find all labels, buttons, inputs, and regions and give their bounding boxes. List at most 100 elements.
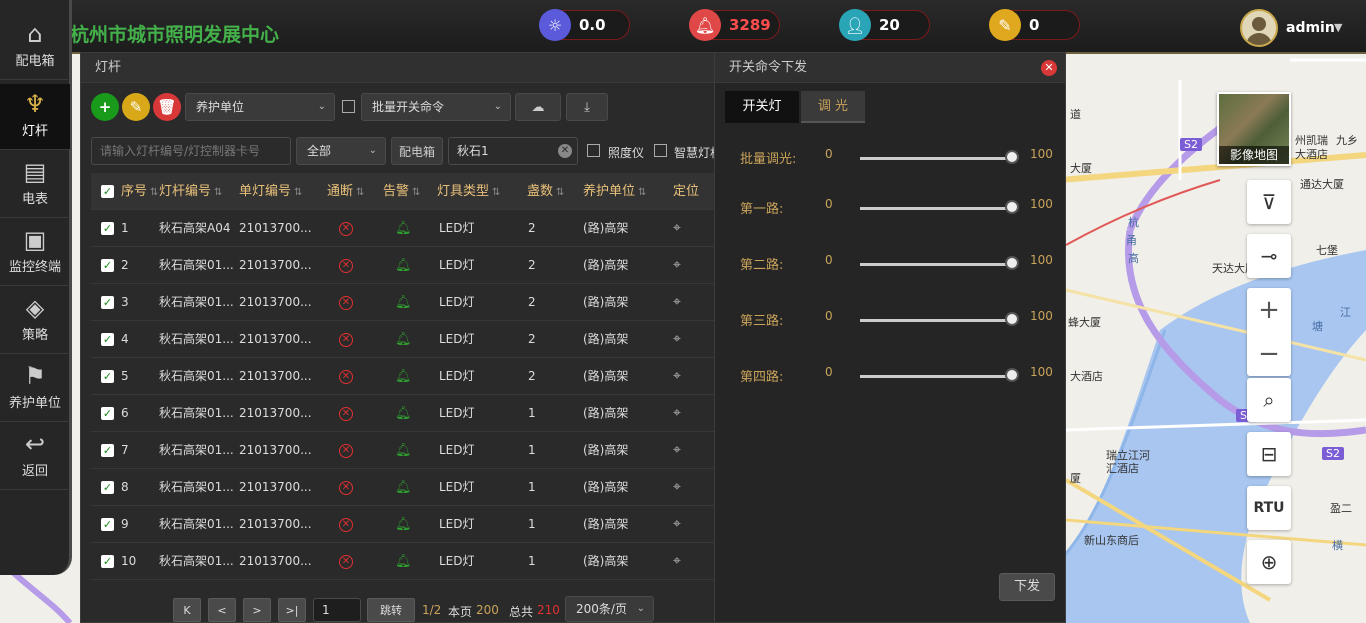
stat-brightness[interactable]: ☼ 0.0 [539,9,630,41]
cell-location[interactable]: ⌖ [673,543,681,580]
slider-track[interactable] [860,157,1012,160]
sidebar-item-strategy[interactable]: ◈ 策略 [0,288,70,354]
table-row[interactable]: ✓ 1 秋石高架A04 21013700... ✕ 🔔︎ LED灯 2 (路)高架 ⌖ [91,210,723,247]
rtu-button[interactable]: RTU [1247,486,1291,530]
page-size-select[interactable]: 200条/页 ⌄ [565,596,654,622]
page-input[interactable]: 1 [313,598,361,622]
row-checkbox[interactable]: ✓ [101,407,114,420]
cell-location[interactable]: ⌖ [673,321,681,358]
table-row[interactable]: ✓ 6 秋石高架01... 21013700... ✕ 🔔︎ LED灯 1 (路)高架 ⌖ [91,395,723,432]
row-checkbox[interactable]: ✓ [101,481,114,494]
cell-lamp-id: 21013700... [239,258,312,272]
download-button[interactable]: ⤓ [566,93,608,121]
cell-unit: (路)高架 [583,443,629,457]
slider-handle[interactable] [1005,256,1019,270]
slider-handle[interactable] [1005,368,1019,382]
jump-button[interactable]: 跳转 [367,598,415,622]
sidebar-item-maintenance-unit[interactable]: ⚑ 养护单位 [0,356,70,422]
col-header[interactable]: 养护单位 ⇅ [583,173,646,210]
last-page-button[interactable]: >| [278,598,306,622]
row-checkbox[interactable]: ✓ [101,370,114,383]
sidebar-item-distribution-box[interactable]: ⌂ 配电箱 [0,14,70,80]
distribution-box-input[interactable]: 秋石1 ✕ [448,137,578,165]
distribution-box-button[interactable]: 配电箱 [391,137,443,165]
cell-location[interactable]: ⌖ [673,284,681,321]
measure-tool-button[interactable]: ⊸ [1247,234,1291,278]
col-header[interactable]: 盏数 ⇅ [527,173,564,210]
slider-track[interactable] [860,375,1012,378]
panel-title: 开关命令下发 [715,53,1065,83]
row-checkbox[interactable]: ✓ [101,333,114,346]
search-tool-button[interactable]: ⌕ [1247,378,1291,422]
cell-location[interactable]: ⌖ [673,247,681,284]
row-checkbox[interactable]: ✓ [101,222,114,235]
filter-tool-button[interactable]: ⊽ [1247,180,1291,224]
cell-location[interactable]: ⌖ [673,469,681,506]
sidebar-item-monitor-terminal[interactable]: ▣ 监控终端 [0,220,70,286]
row-checkbox[interactable]: ✓ [101,444,114,457]
row-checkbox[interactable]: ✓ [101,518,114,531]
col-header[interactable]: 灯具类型 ⇅ [437,173,500,210]
stat-online[interactable]: 👤︎ 20 [839,9,930,41]
cell-location[interactable]: ⌖ [673,432,681,469]
edit-button[interactable]: ✎ [122,93,150,121]
col-header[interactable]: 序号 ⇅ [121,173,158,210]
row-checkbox[interactable]: ✓ [101,259,114,272]
sidebar-item-back[interactable]: ↩ 返回 [0,424,70,490]
slider-handle[interactable] [1005,200,1019,214]
slider-track[interactable] [860,263,1012,266]
lux-meter-checkbox[interactable] [587,144,600,157]
satellite-map-toggle[interactable]: 影像地图 [1217,92,1291,166]
slider-handle[interactable] [1005,312,1019,326]
status-select[interactable]: 全部 ⌄ [296,137,386,165]
disconnected-icon: ✕ [339,443,353,458]
sort-icon: ⇅ [150,187,159,198]
add-button[interactable]: + [91,93,119,121]
prev-page-button[interactable]: < [208,598,236,622]
cell-location[interactable]: ⌖ [673,506,681,543]
delete-button[interactable]: 🗑︎ [153,93,181,121]
unit-select[interactable]: 养护单位 ⌄ [185,93,335,121]
table-row[interactable]: ✓ 8 秋石高架01... 21013700... ✕ 🔔︎ LED灯 1 (路)高架 ⌖ [91,469,723,506]
next-page-button[interactable]: > [243,598,271,622]
zoom-in-button[interactable]: + [1258,288,1280,332]
table-row[interactable]: ✓ 3 秋石高架01... 21013700... ✕ 🔔︎ LED灯 2 (路)高架 ⌖ [91,284,723,321]
close-button[interactable]: ✕ [1041,60,1057,76]
first-page-button[interactable]: K [173,598,201,622]
table-row[interactable]: ✓ 5 秋石高架01... 21013700... ✕ 🔔︎ LED灯 2 (路)高架 ⌖ [91,358,723,395]
tab-switch-light[interactable]: 开关灯 [725,91,799,123]
row-checkbox[interactable]: ✓ [101,296,114,309]
upload-button[interactable]: ☁ [515,93,561,121]
batch-command-select[interactable]: 批量开关命令 ⌄ [361,93,511,121]
sidebar-item-lamp-pole[interactable]: ♆ 灯杆 [0,84,70,150]
stat-alarm[interactable]: 🔔︎ 3289 [689,9,780,41]
cell-location[interactable]: ⌖ [673,210,681,247]
batch-checkbox[interactable] [342,100,355,113]
tab-dimming[interactable]: 调 光 [801,91,865,123]
clear-icon[interactable]: ✕ [558,144,572,158]
col-header[interactable]: 单灯编号 ⇅ [239,173,302,210]
table-row[interactable]: ✓ 4 秋石高架01... 21013700... ✕ 🔔︎ LED灯 2 (路)高架 ⌖ [91,321,723,358]
table-row[interactable]: ✓ 2 秋石高架01... 21013700... ✕ 🔔︎ LED灯 2 (路)高架 ⌖ [91,247,723,284]
send-button[interactable]: 下发 [999,573,1055,601]
cell-location[interactable]: ⌖ [673,358,681,395]
zoom-out-button[interactable]: − [1258,332,1280,376]
table-row[interactable]: ✓ 7 秋石高架01... 21013700... ✕ 🔔︎ LED灯 1 (路)高架 ⌖ [91,432,723,469]
locate-button[interactable]: ⊕ [1247,540,1291,584]
sidebar-item-meter[interactable]: ▤ 电表 [0,152,70,218]
slider-track[interactable] [860,207,1012,210]
col-header[interactable]: 告警 ⇅ [383,173,420,210]
toolbox-button[interactable]: ⊟ [1247,432,1291,476]
table-row[interactable]: ✓ 10 秋石高架01... 21013700... ✕ 🔔︎ LED灯 1 (路)高架 ⌖ [91,543,723,580]
cell-location[interactable]: ⌖ [673,395,681,432]
stat-workorder[interactable]: ✎ 0 [989,9,1080,41]
table-row[interactable]: ✓ 9 秋石高架01... 21013700... ✕ 🔔︎ LED灯 1 (路)高架 ⌖ [91,506,723,543]
smart-pole-checkbox[interactable] [654,144,667,157]
search-input[interactable]: 请输入灯杆编号/灯控制器卡号 [91,137,291,165]
slider-track[interactable] [860,319,1012,322]
select-all-checkbox[interactable]: ✓ [101,185,114,198]
slider-handle[interactable] [1005,150,1019,164]
col-header[interactable]: 通断 ⇅ [327,173,364,210]
row-checkbox[interactable]: ✓ [101,555,114,568]
col-header[interactable]: 灯杆编号 ⇅ [159,173,222,210]
